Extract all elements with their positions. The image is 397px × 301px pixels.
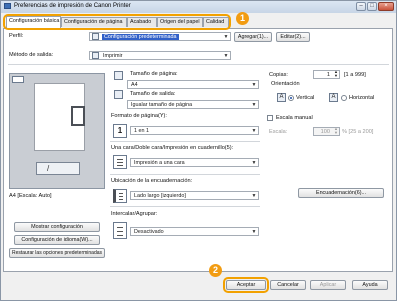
scale-label: Escala: <box>269 129 288 135</box>
minimize-button[interactable]: – <box>356 2 366 11</box>
page-size-icon <box>114 71 123 80</box>
collate-icon <box>113 222 127 239</box>
page-size-label: Tamaño de página: <box>130 71 178 77</box>
profile-value: Configuración predeterminada <box>102 34 179 40</box>
binding-icon <box>113 189 127 203</box>
callout-badge-1: 1 <box>236 12 249 25</box>
binding-label: Ubicación de la encuadernación: <box>111 178 193 184</box>
divider <box>8 64 389 65</box>
horizontal-label: Horizontal <box>349 95 375 101</box>
scale-value: 100 <box>320 129 330 135</box>
edit-profile-button[interactable]: Editar(2)... <box>276 32 310 42</box>
duplex-label: Una cara/Doble cara/Impresión en cuadern… <box>111 145 234 151</box>
portrait-icon-letter: A <box>279 94 284 100</box>
binding-value: Lado largo [izquierdo] <box>134 193 186 199</box>
maximize-button[interactable]: □ <box>367 2 377 11</box>
preview-paper <box>34 83 85 151</box>
preview-orientation-icon: / <box>36 162 80 175</box>
ok-highlight <box>223 277 269 293</box>
chevron-down-icon: ▼ <box>251 128 257 134</box>
divider <box>110 141 260 142</box>
landscape-icon-letter: A <box>331 94 336 100</box>
landscape-icon: A <box>329 93 338 102</box>
collate-label: Intercalar/Agrupar: <box>111 211 158 217</box>
portrait-icon: A <box>277 93 286 102</box>
page-size-select[interactable]: A4 ▼ <box>127 80 259 89</box>
preview-glyph <box>71 106 85 126</box>
copies-value: 1 <box>326 72 330 78</box>
chevron-down-icon: ▼ <box>223 53 229 59</box>
tab-configuracion-basica[interactable]: Configuración básica <box>6 16 61 28</box>
duplex-select[interactable]: Impresión a una cara ▼ <box>130 158 259 167</box>
chevron-down-icon: ▼ <box>251 82 257 88</box>
output-size-icon <box>114 90 123 99</box>
orientation-label: Orientación <box>271 81 300 87</box>
preview-caption: A4 [Escala: Auto] <box>9 193 52 199</box>
output-method-label: Método de salida: <box>9 52 54 58</box>
copies-label: Copias: <box>269 72 288 78</box>
divider <box>110 206 260 207</box>
duplex-value: Impresión a una cara <box>134 160 185 166</box>
scale-stepper[interactable]: 100 ▲ ▼ <box>313 127 340 136</box>
language-config-button[interactable]: Configuración de idioma(W)... <box>14 235 100 245</box>
restore-defaults-button[interactable]: Restaurar las opciones predeterminadas <box>9 248 105 258</box>
vertical-radio[interactable] <box>288 95 294 101</box>
copies-stepper[interactable]: 1 ▲ ▼ <box>313 70 340 79</box>
page-layout-value: 1 en 1 <box>134 128 149 134</box>
vertical-label: Vertical <box>296 95 315 101</box>
tab-acabado[interactable]: Acabado <box>127 17 157 27</box>
output-method-value: Imprimir <box>103 53 123 59</box>
preview-icon-label: / <box>47 164 50 173</box>
chevron-down-icon: ▼ <box>223 34 229 40</box>
page-size-value: A4 <box>131 82 138 88</box>
print-icon <box>92 52 99 59</box>
spinner-arrows-icon[interactable]: ▲ ▼ <box>334 127 338 135</box>
binding-button[interactable]: Encuadernación(6)... <box>298 188 384 198</box>
profile-label: Perfil: <box>9 33 24 39</box>
chevron-down-icon: ▼ <box>251 102 257 108</box>
close-button[interactable]: × <box>378 2 394 11</box>
tab-calidad[interactable]: Calidad <box>203 17 229 27</box>
page-layout-select[interactable]: 1 en 1 ▼ <box>130 126 259 135</box>
page-layout-label: Formato de página(Y): <box>111 113 167 119</box>
apply-button[interactable]: Aplicar <box>310 280 346 290</box>
cancel-button[interactable]: Cancelar <box>270 280 306 290</box>
page-layout-icon-number: 1 <box>117 126 123 135</box>
help-button[interactable]: Ayuda <box>352 280 388 290</box>
chevron-down-icon: ▼ <box>251 229 257 235</box>
spinner-arrows-icon[interactable]: ▲ ▼ <box>334 70 338 78</box>
collate-value: Desactivado <box>134 229 164 235</box>
binding-select[interactable]: Lado largo [izquierdo] ▼ <box>130 191 259 200</box>
collate-select[interactable]: Desactivado ▼ <box>130 227 259 236</box>
divider <box>110 174 260 175</box>
add-profile-button[interactable]: Agregar(1)... <box>234 32 272 42</box>
output-size-select[interactable]: Igualar tamaño de página ▼ <box>127 100 259 109</box>
output-size-label: Tamaño de salida: <box>130 91 176 97</box>
chevron-down-icon: ▼ <box>251 193 257 199</box>
duplex-icon <box>113 155 127 169</box>
profile-icon <box>92 33 99 40</box>
window-title: Preferencias de impresión de Canon Print… <box>14 3 131 9</box>
printer-icon <box>4 3 11 9</box>
preview-mode-icon <box>12 76 24 83</box>
scale-range: % [25 a 200] <box>342 129 374 135</box>
page-preview: / <box>9 73 105 189</box>
copies-range: [1 a 999] <box>344 72 366 78</box>
output-size-value: Igualar tamaño de página <box>131 102 193 108</box>
output-method-select[interactable]: Imprimir ▼ <box>89 51 231 60</box>
tab-origen-papel[interactable]: Origen del papel <box>157 17 203 27</box>
profile-select[interactable]: Configuración predeterminada ▼ <box>89 32 231 41</box>
show-config-button[interactable]: Mostrar configuración <box>14 222 100 232</box>
horizontal-radio[interactable] <box>341 95 347 101</box>
chevron-down-icon: ▼ <box>251 160 257 166</box>
callout-badge-2: 2 <box>209 264 222 277</box>
tab-configuracion-pagina[interactable]: Configuración de página <box>61 17 127 27</box>
page-layout-icon: 1 <box>113 124 127 138</box>
manual-scale-checkbox[interactable] <box>267 115 273 121</box>
manual-scale-label: Escala manual <box>276 115 313 121</box>
